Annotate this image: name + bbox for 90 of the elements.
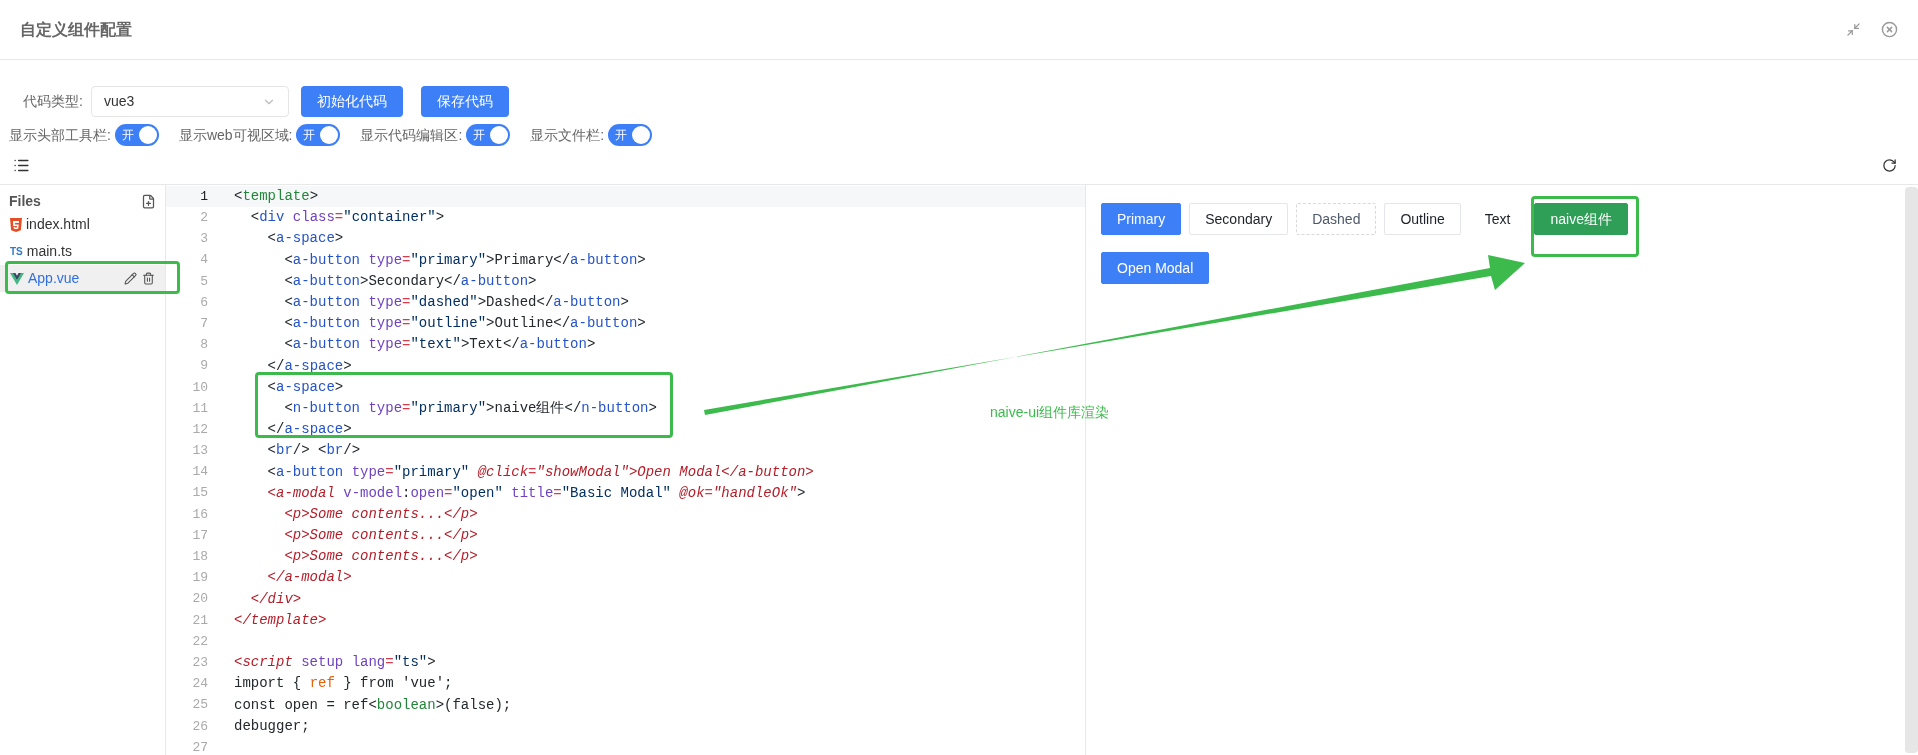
toolbar-button[interactable]: 保存代码 (420, 86, 509, 117)
code-type-select[interactable]: vue3 (90, 86, 289, 117)
ts-icon: TS (10, 246, 23, 257)
line-number: 23 (191, 653, 208, 672)
preview-button[interactable]: Outline (1384, 203, 1461, 235)
toggle-label: 显示头部工具栏: (9, 125, 111, 145)
file-name: App.vue (28, 269, 80, 288)
line-number: 9 (199, 357, 208, 376)
line-number: 2 (199, 209, 208, 228)
preview-button[interactable]: Secondary (1189, 203, 1289, 235)
toggle-switch[interactable]: 开 (114, 124, 159, 146)
refresh-icon[interactable] (1882, 157, 1897, 173)
code-line: <a-modal v-model:open="open" title="Basic Modal" @ok="handleOk"> (266, 484, 806, 501)
toggle-label: 显示文件栏: (530, 125, 605, 145)
files-title: Files (9, 191, 41, 211)
preview-button[interactable]: naive组件 (1534, 203, 1628, 235)
code-line: <p>Some contents...</p> (283, 527, 478, 544)
preview-button[interactable]: Open Modal (1101, 252, 1210, 284)
line-number: 14 (191, 463, 208, 482)
delete-icon[interactable] (142, 272, 155, 285)
code-line: <template> (234, 188, 319, 205)
line-number: 12 (191, 420, 208, 439)
vue-icon (10, 272, 24, 285)
scrollbar[interactable] (1905, 187, 1918, 753)
file-name: main.ts (26, 242, 72, 261)
line-number: 11 (191, 399, 208, 418)
code-line: <n-button type="primary">naive组件</n-button> (283, 399, 657, 416)
line-number: 22 (191, 632, 208, 651)
line-number: 5 (199, 272, 208, 291)
line-number: 25 (191, 696, 208, 715)
preview-button[interactable]: Primary (1101, 203, 1182, 235)
code-line: <p>Some contents...</p> (283, 548, 478, 565)
toggle-label: 显示web可视区域: (178, 125, 293, 145)
line-number: 7 (199, 314, 208, 333)
code-line: <br/> <br/> (266, 442, 361, 459)
toggle-switch[interactable]: 开 (608, 124, 653, 146)
line-number: 4 (199, 251, 208, 270)
file-item[interactable]: App.vue (0, 265, 165, 292)
code-line: </a-modal> (266, 569, 352, 586)
collapse-icon[interactable] (1846, 22, 1861, 37)
line-number: 16 (191, 505, 208, 524)
code-line: <a-space> (266, 378, 344, 395)
code-line: </template> (234, 611, 327, 628)
line-number: 19 (191, 569, 208, 588)
code-line: <a-button type="primary">Primary</a-button> (283, 251, 646, 268)
code-line: <a-button type="dashed">Dashed</a-button> (283, 294, 629, 311)
line-number: 27 (191, 738, 208, 755)
code-line: <p>Some contents...</p> (283, 505, 478, 522)
html5-icon (10, 217, 22, 232)
file-item[interactable]: index.html (0, 211, 165, 238)
line-number: 1 (199, 187, 208, 206)
code-line: <a-button>Secondary</a-button> (283, 272, 537, 289)
code-line: <a-space> (266, 230, 344, 247)
line-number: 6 (199, 293, 208, 312)
edit-icon[interactable] (124, 272, 137, 285)
annotation-text: naive-ui组件库渲染 (990, 403, 1110, 422)
line-number: 17 (191, 526, 208, 545)
code-line: </a-space> (266, 357, 352, 374)
line-number: 26 (191, 717, 208, 736)
code-line: <script setup lang="ts"> (234, 654, 436, 671)
code-line: const open = ref<boolean>(false); (234, 696, 512, 713)
window-title: 自定义组件配置 (20, 19, 132, 40)
line-number: 10 (191, 378, 208, 397)
toggle-switch[interactable]: 开 (466, 124, 511, 146)
toggle-switch[interactable]: 开 (296, 124, 341, 146)
new-file-icon[interactable] (141, 193, 156, 209)
file-item[interactable]: TS main.ts (0, 238, 165, 265)
code-type-label: 代码类型: (23, 92, 83, 111)
code-line: </a-space> (266, 421, 352, 438)
line-number: 8 (199, 336, 208, 355)
preview-button[interactable]: Text (1468, 203, 1527, 235)
file-name: index.html (26, 215, 90, 234)
code-line: debugger; (234, 717, 310, 734)
toolbar-button[interactable]: 初始化代码 (300, 86, 403, 117)
line-number: 3 (199, 230, 208, 249)
close-icon[interactable] (1881, 21, 1898, 38)
line-number: 21 (191, 611, 208, 630)
line-number: 13 (191, 442, 208, 461)
code-line: <div class="container"> (249, 209, 445, 226)
code-line: <a-button type="text">Text</a-button> (283, 336, 596, 353)
code-line: <a-button type="primary" @click="showModal">Open Modal</a-button> (266, 463, 814, 480)
line-number: 20 (191, 590, 208, 609)
preview-button[interactable]: Dashed (1296, 203, 1377, 235)
toggle-label: 显示代码编辑区: (360, 125, 463, 145)
line-number: 15 (191, 484, 208, 503)
code-line: import { ref } from 'vue'; (234, 675, 453, 692)
line-number: 24 (191, 675, 208, 694)
code-line: </div> (249, 590, 302, 607)
code-line: <a-button type="outline">Outline</a-button> (283, 315, 646, 332)
line-number: 18 (191, 548, 208, 567)
